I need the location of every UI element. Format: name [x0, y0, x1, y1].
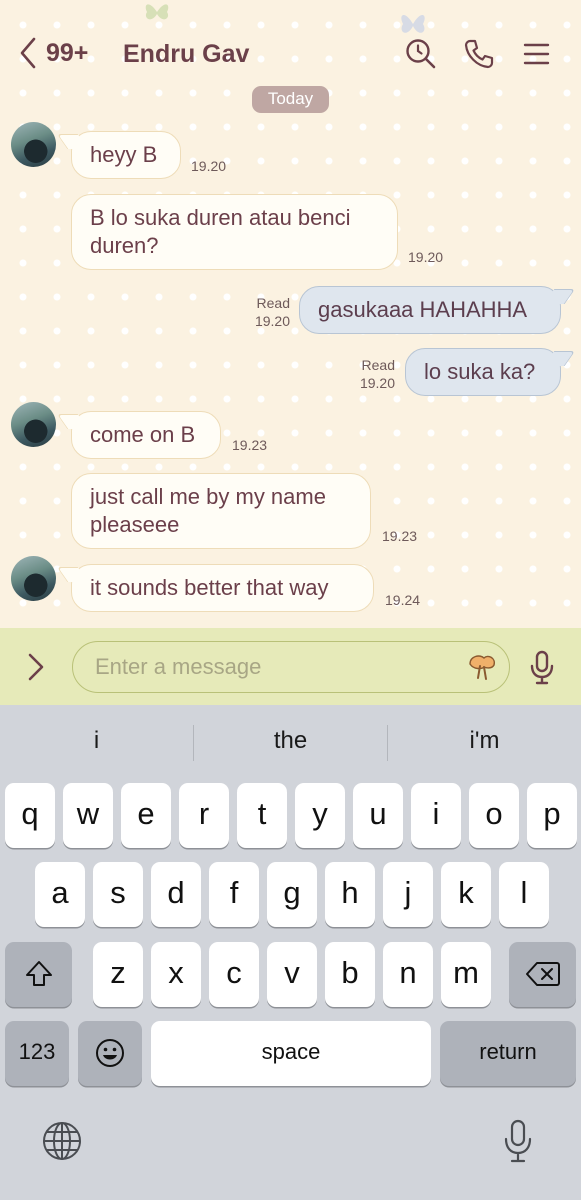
message-time: 19.23 — [232, 437, 268, 453]
numbers-key[interactable]: 123 — [5, 1021, 69, 1086]
key-w[interactable]: w — [63, 783, 113, 848]
return-key[interactable]: return — [440, 1021, 576, 1086]
suggestion[interactable]: i — [0, 727, 193, 755]
message-text: B lo suka duren atau benci duren? — [90, 205, 351, 258]
key-a[interactable]: a — [35, 862, 85, 927]
key-q[interactable]: q — [5, 783, 55, 848]
search-clock-icon[interactable] — [405, 38, 437, 70]
key-s[interactable]: s — [93, 862, 143, 927]
dictation-microphone-icon[interactable] — [503, 1119, 533, 1163]
shift-key[interactable] — [5, 942, 72, 1007]
globe-icon[interactable] — [42, 1121, 82, 1161]
avatar[interactable] — [11, 122, 56, 167]
suggestion[interactable]: the — [194, 727, 387, 755]
key-b[interactable]: b — [325, 942, 375, 1007]
key-t[interactable]: t — [237, 783, 287, 848]
key-l[interactable]: l — [499, 862, 549, 927]
message-bubble[interactable]: it sounds better that way — [71, 564, 374, 612]
date-divider: Today — [252, 86, 329, 113]
back-button[interactable]: 99+ — [18, 36, 88, 70]
key-y[interactable]: y — [295, 783, 345, 848]
avatar[interactable] — [11, 556, 56, 601]
microphone-icon[interactable] — [528, 650, 556, 686]
message-bubble[interactable]: lo suka ka? — [405, 348, 561, 396]
key-d[interactable]: d — [151, 862, 201, 927]
key-c[interactable]: c — [209, 942, 259, 1007]
message-bubble[interactable]: gasukaaa HAHAHHA — [299, 286, 561, 334]
chat-area[interactable]: 99+ Endru Gav Today heyy B 19.20 B lo su… — [0, 0, 581, 628]
contact-name[interactable]: Endru Gav — [123, 40, 249, 69]
space-key[interactable]: space — [151, 1021, 431, 1086]
message-bubble[interactable]: come on B — [71, 411, 221, 459]
message-time: 19.24 — [385, 592, 421, 608]
read-receipt: Read 19.20 — [254, 295, 290, 329]
read-receipt: Read 19.20 — [359, 357, 395, 391]
phone-icon[interactable] — [463, 38, 495, 70]
key-x[interactable]: x — [151, 942, 201, 1007]
message-bubble[interactable]: just call me by my name pleaseee — [71, 473, 371, 549]
key-i[interactable]: i — [411, 783, 461, 848]
suggestion[interactable]: i'm — [388, 727, 581, 755]
message-text: just call me by my name pleaseee — [90, 484, 326, 537]
key-j[interactable]: j — [383, 862, 433, 927]
key-g[interactable]: g — [267, 862, 317, 927]
key-o[interactable]: o — [469, 783, 519, 848]
message-time: 19.20 — [191, 158, 227, 174]
message-bubble[interactable]: heyy B — [71, 131, 181, 179]
chevron-right-icon[interactable] — [22, 651, 48, 683]
key-e[interactable]: e — [121, 783, 171, 848]
message-text: gasukaaa HAHAHHA — [318, 297, 528, 322]
delete-key[interactable] — [509, 942, 576, 1007]
message-input[interactable]: Enter a message — [72, 641, 510, 693]
key-r[interactable]: r — [179, 783, 229, 848]
message-input-bar: Enter a message — [0, 628, 581, 705]
key-n[interactable]: n — [383, 942, 433, 1007]
sticker-icon[interactable] — [466, 652, 498, 682]
key-k[interactable]: k — [441, 862, 491, 927]
backspace-icon — [525, 962, 560, 986]
message-time: 19.23 — [382, 528, 418, 544]
key-f[interactable]: f — [209, 862, 259, 927]
message-time: 19.20 — [408, 249, 444, 265]
emoji-icon — [96, 1039, 124, 1067]
key-u[interactable]: u — [353, 783, 403, 848]
avatar[interactable] — [11, 402, 56, 447]
key-h[interactable]: h — [325, 862, 375, 927]
unread-count: 99+ — [46, 38, 89, 67]
key-v[interactable]: v — [267, 942, 317, 1007]
message-text: come on B — [90, 422, 196, 447]
menu-icon[interactable] — [521, 38, 553, 70]
key-p[interactable]: p — [527, 783, 577, 848]
emoji-key[interactable] — [78, 1021, 142, 1086]
message-text: heyy B — [90, 142, 158, 167]
key-z[interactable]: z — [93, 942, 143, 1007]
message-text: lo suka ka? — [424, 359, 536, 384]
message-text: it sounds better that way — [90, 575, 329, 600]
shift-icon — [25, 961, 52, 986]
key-m[interactable]: m — [441, 942, 491, 1007]
message-bubble[interactable]: B lo suka duren atau benci duren? — [71, 194, 398, 270]
keyboard: i the i'm q w e r t y u i o p a s d f g … — [0, 705, 581, 1200]
chevron-left-icon — [20, 37, 36, 69]
